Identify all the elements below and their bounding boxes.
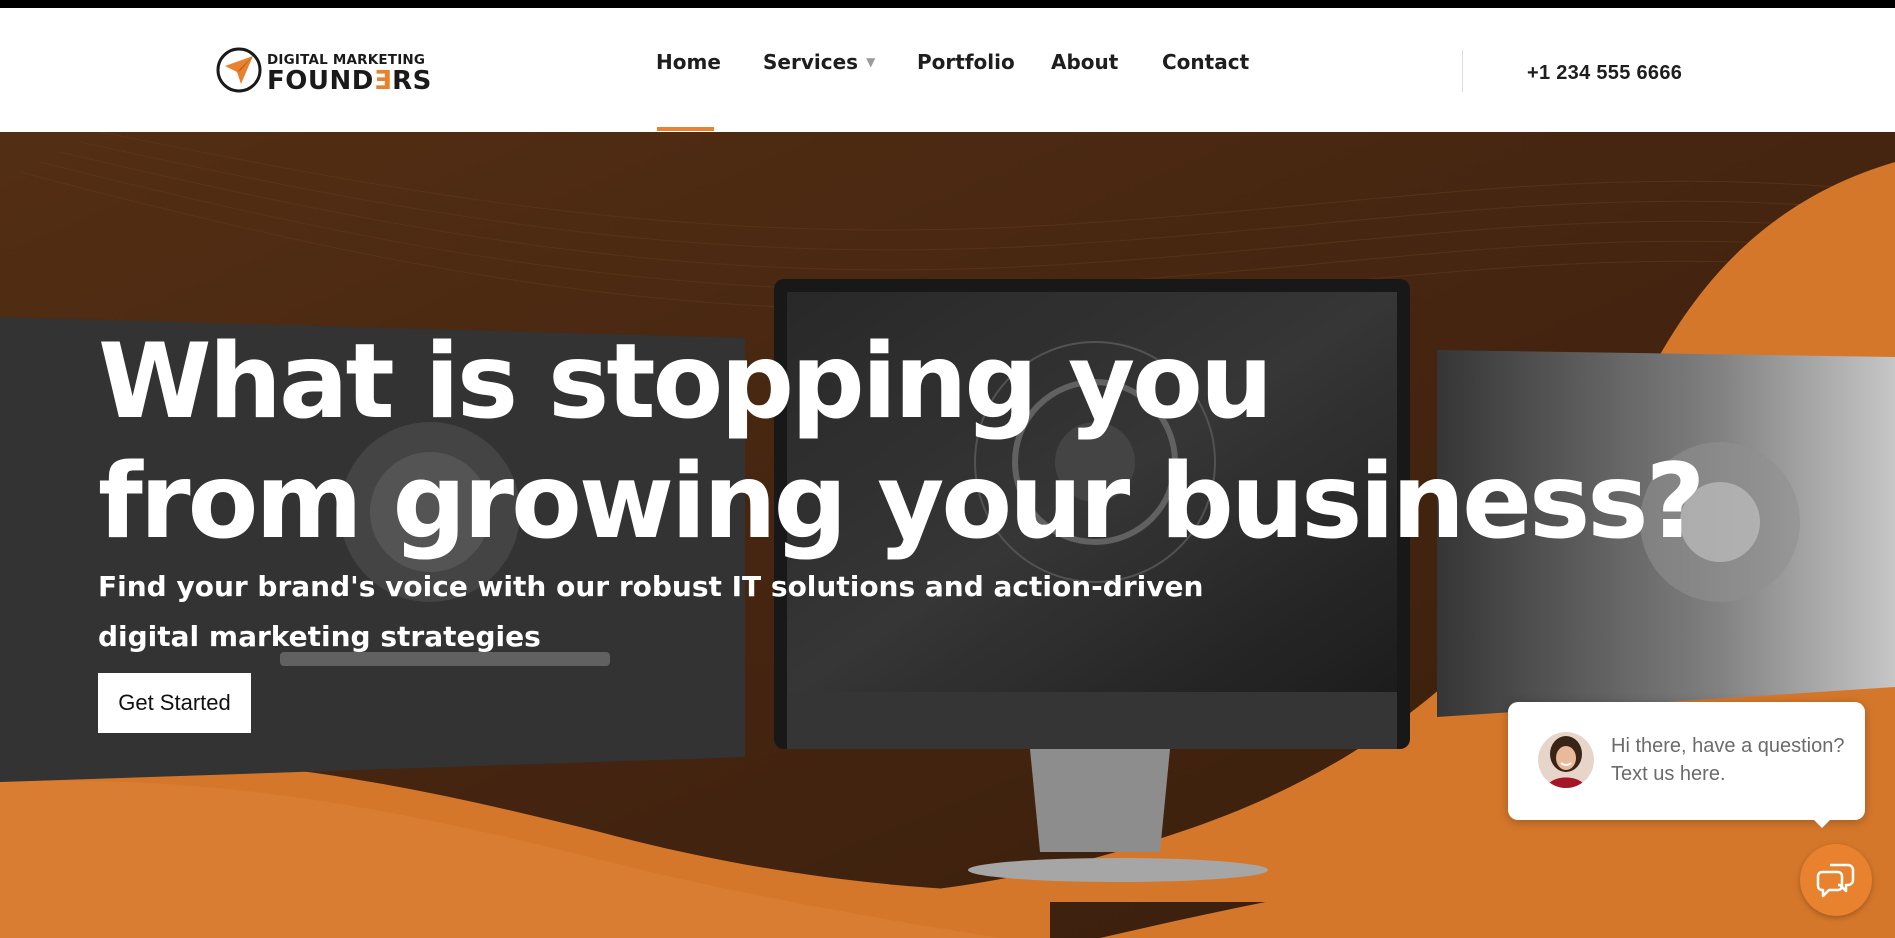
agent-avatar: [1538, 732, 1594, 788]
nav-home[interactable]: Home: [656, 50, 721, 74]
chat-prompt-text: Hi there, have a question? Text us here.: [1611, 735, 1845, 785]
nav-services[interactable]: Services ▼: [763, 50, 875, 74]
chevron-down-icon: ▼: [866, 55, 876, 69]
chat-bubbles-icon: [1816, 863, 1855, 898]
get-started-button[interactable]: Get Started: [98, 673, 251, 733]
nav-contact[interactable]: Contact: [1162, 50, 1249, 74]
nav-portfolio[interactable]: Portfolio: [917, 50, 1015, 74]
nav-about[interactable]: About: [1051, 50, 1118, 74]
open-chat-button[interactable]: [1800, 844, 1872, 916]
hero-subheading: Find your brand's voice with our robust …: [98, 570, 1204, 653]
logo-text-bottom: FOUNDƎRS: [267, 66, 432, 96]
chat-prompt-bubble[interactable]: Hi there, have a question? Text us here.: [1508, 702, 1865, 820]
hero-headline: What is stopping you from growing your bu…: [98, 322, 1705, 562]
logo-mark-icon: [216, 47, 262, 93]
hero-headline-line-1: What is stopping you: [98, 322, 1273, 442]
top-black-bar: [0, 0, 1895, 8]
chat-bubble-tail: [1808, 814, 1836, 828]
site-logo[interactable]: DIGITAL MARKETING FOUNDƎRS: [215, 46, 435, 102]
nav-services-label: Services: [763, 50, 859, 74]
header-divider: [1462, 50, 1463, 92]
nav-active-indicator: [657, 127, 714, 131]
hero-headline-line-2: from growing your business?: [98, 442, 1705, 562]
phone-number[interactable]: +1 234 555 6666: [1527, 62, 1682, 85]
